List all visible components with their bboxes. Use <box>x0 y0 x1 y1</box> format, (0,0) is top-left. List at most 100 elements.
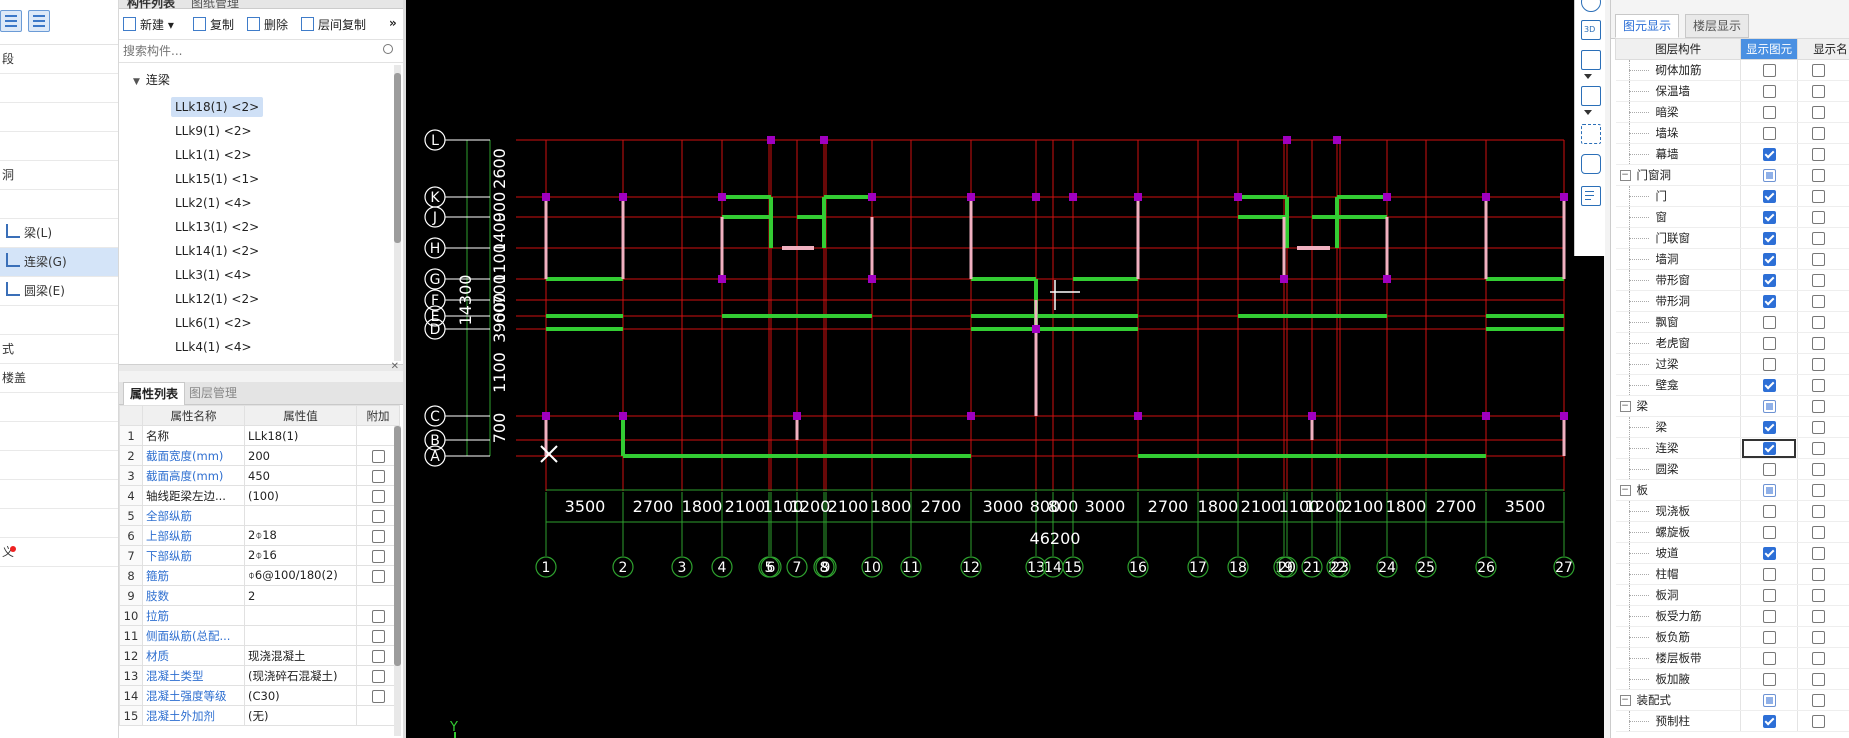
property-value[interactable]: (C30) <box>244 685 357 706</box>
property-value[interactable] <box>244 625 357 646</box>
show-name-checkbox[interactable] <box>1811 610 1825 623</box>
list-view-icon[interactable] <box>0 10 22 32</box>
show-name-checkbox[interactable] <box>1811 64 1825 77</box>
wall-column[interactable] <box>718 193 726 201</box>
attach-checkbox[interactable] <box>371 649 385 663</box>
show-name-checkbox[interactable] <box>1811 295 1825 308</box>
show-element-checkbox[interactable] <box>1762 631 1776 644</box>
wall-column[interactable] <box>619 412 627 420</box>
wall-column[interactable] <box>1383 275 1391 283</box>
layer-group-row[interactable]: − 板 <box>1615 479 1849 501</box>
property-row[interactable]: 14 混凝土强度等级 (C30) <box>119 685 400 706</box>
cube-down-icon[interactable] <box>1581 86 1601 106</box>
property-row[interactable]: 11 侧面纵筋(总配... <box>119 625 400 646</box>
layer-row[interactable]: 老虎窗 <box>1615 332 1849 354</box>
show-element-checkbox[interactable] <box>1762 463 1776 476</box>
attach-checkbox[interactable] <box>371 469 385 483</box>
show-name-checkbox[interactable] <box>1811 421 1825 434</box>
layer-copy-button[interactable]: 层间复制 <box>301 16 366 33</box>
wall-column[interactable] <box>1482 193 1490 201</box>
wall-column[interactable] <box>767 136 775 144</box>
layer-row[interactable]: 门联窗 <box>1615 227 1849 249</box>
show-element-checkbox[interactable] <box>1762 421 1776 434</box>
property-scrollbar[interactable] <box>394 426 401 736</box>
attach-checkbox[interactable] <box>371 629 385 643</box>
property-value[interactable]: 450 <box>244 465 357 486</box>
show-element-checkbox[interactable] <box>1762 127 1776 140</box>
show-element-checkbox[interactable] <box>1762 211 1776 224</box>
show-element-checkbox[interactable] <box>1762 400 1776 413</box>
layer-row[interactable]: 砌体加筋 <box>1615 59 1849 81</box>
property-value[interactable] <box>244 505 357 526</box>
show-name-checkbox[interactable] <box>1811 274 1825 287</box>
show-element-checkbox[interactable] <box>1762 484 1776 497</box>
wall-column[interactable] <box>1032 325 1040 333</box>
chevron-down-icon[interactable] <box>1584 110 1592 115</box>
wall-column[interactable] <box>868 275 876 283</box>
property-value[interactable]: (现浇碎石混凝土) <box>244 665 357 686</box>
layer-row[interactable]: 现浇板 <box>1615 500 1849 522</box>
header-cell[interactable]: 图层构件 <box>1614 38 1742 60</box>
nav-item[interactable] <box>0 509 118 538</box>
cube-icon[interactable] <box>1581 50 1601 70</box>
wall-column[interactable] <box>1283 136 1291 144</box>
layer-row[interactable]: 板洞 <box>1615 584 1849 606</box>
nav-item[interactable]: 段 <box>0 45 118 74</box>
collapse-icon[interactable]: − <box>1619 485 1631 496</box>
layer-group-row[interactable]: − 装配式 <box>1615 689 1849 711</box>
close-icon[interactable]: ✕ <box>391 361 399 372</box>
wall-column[interactable] <box>1069 193 1077 201</box>
collapse-icon[interactable]: − <box>1619 695 1631 706</box>
wall-column[interactable] <box>1134 193 1142 201</box>
attach-checkbox[interactable] <box>371 529 385 543</box>
nav-item[interactable]: 义 <box>0 538 118 567</box>
show-name-checkbox[interactable] <box>1811 169 1825 182</box>
show-name-checkbox[interactable] <box>1811 316 1825 329</box>
property-row[interactable]: 10 拉筋 <box>119 605 400 626</box>
panel-divider[interactable] <box>119 364 403 371</box>
more-button[interactable]: » <box>389 16 397 30</box>
wall-column[interactable] <box>1032 193 1040 201</box>
copy-button[interactable]: 复制 <box>193 16 234 33</box>
tree-item[interactable]: LLk15(1) <1> <box>171 169 263 189</box>
show-element-checkbox[interactable] <box>1762 295 1776 308</box>
property-value[interactable]: LLk18(1) <box>244 425 357 446</box>
layer-row[interactable]: 过梁 <box>1615 353 1849 375</box>
show-element-checkbox[interactable] <box>1762 568 1776 581</box>
property-value[interactable]: 200 <box>244 445 357 466</box>
nav-item[interactable]: 圆梁(E) <box>0 277 118 306</box>
attach-checkbox[interactable] <box>371 689 385 703</box>
layer-row[interactable]: 板受力筋 <box>1615 605 1849 627</box>
property-row[interactable]: 5 全部纵筋 <box>119 505 400 526</box>
attach-checkbox[interactable] <box>371 489 385 503</box>
property-row[interactable]: 8 箍筋 ⌽6@100/180(2) <box>119 565 400 586</box>
wall-column[interactable] <box>820 136 828 144</box>
wall-column[interactable] <box>1560 193 1568 201</box>
nav-item[interactable] <box>0 132 118 161</box>
wall-column[interactable] <box>1560 412 1568 420</box>
property-row[interactable]: 2 截面宽度(mm) 200 <box>119 445 400 466</box>
attach-checkbox[interactable] <box>371 549 385 563</box>
tree-root-coupling-beam[interactable]: ▼ 连梁 <box>133 71 170 88</box>
tree-item[interactable]: LLk13(1) <2> <box>171 217 263 237</box>
tree-item[interactable]: LLk1(1) <2> <box>171 145 256 165</box>
tab-floor-display[interactable]: 楼层显示 <box>1685 14 1750 38</box>
nav-item[interactable]: 连梁(G) <box>0 248 118 277</box>
property-row[interactable]: 4 轴线距梁左边... (100) <box>119 485 400 506</box>
tree-item[interactable]: LLk3(1) <4> <box>171 265 256 285</box>
tree-item[interactable]: LLk4(1) <4> <box>171 337 256 357</box>
show-name-checkbox[interactable] <box>1811 673 1825 686</box>
property-row[interactable]: 3 截面高度(mm) 450 <box>119 465 400 486</box>
attach-checkbox[interactable] <box>371 609 385 623</box>
nav-item[interactable] <box>0 74 118 103</box>
nav-item[interactable] <box>0 480 118 509</box>
wall-column[interactable] <box>793 412 801 420</box>
layer-group-row[interactable]: − 门窗洞 <box>1615 164 1849 186</box>
show-element-checkbox[interactable] <box>1762 337 1776 350</box>
tab-property-list[interactable]: 属性列表 <box>123 382 186 405</box>
show-element-checkbox[interactable] <box>1762 526 1776 539</box>
property-value[interactable]: (100) <box>244 485 357 506</box>
wall-column[interactable] <box>542 412 550 420</box>
show-element-checkbox[interactable] <box>1762 274 1776 287</box>
show-element-checkbox[interactable] <box>1762 505 1776 518</box>
